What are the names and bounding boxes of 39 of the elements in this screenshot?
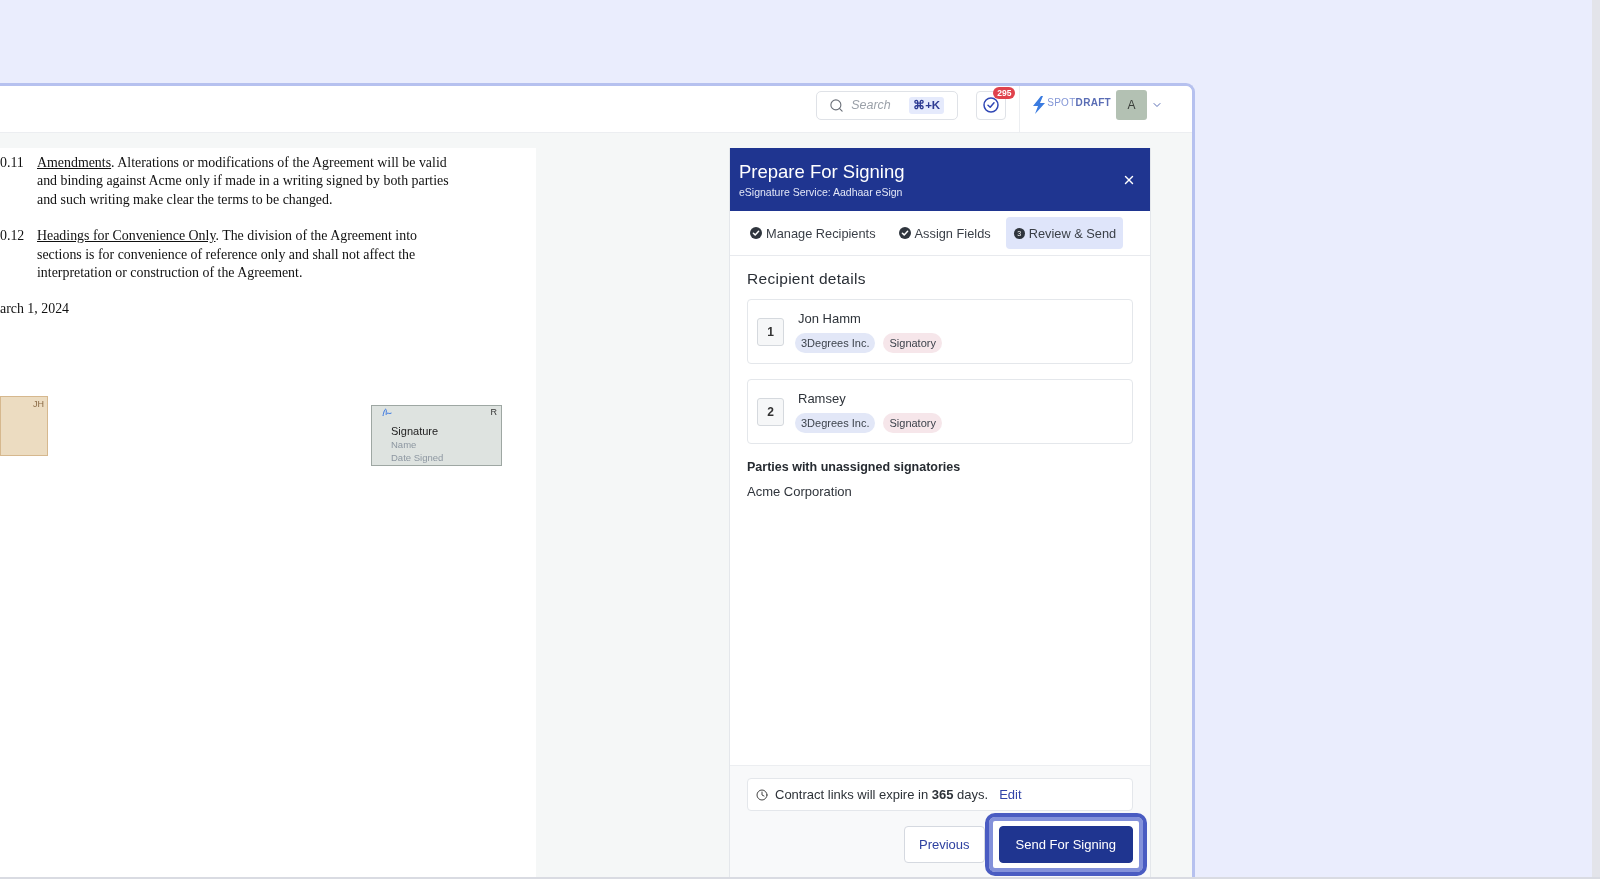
recipient-name: Ramsey bbox=[797, 390, 846, 406]
brand-name: SPOTDRAFT bbox=[1047, 97, 1111, 108]
send-button[interactable]: Send For Signing bbox=[984, 813, 1147, 876]
avatar[interactable]: A bbox=[1116, 90, 1147, 120]
initials-label: R bbox=[490, 406, 497, 418]
clause-text: Headings for Convenience Only. The division of the Agreement into sections is for convenience of reference only and shall not affect the interpretation or construction of the Agreement. bbox=[37, 227, 417, 283]
search-icon bbox=[829, 97, 845, 113]
signature-field[interactable]: JH bbox=[0, 395, 48, 456]
field-title: Signature bbox=[391, 423, 439, 438]
signature-field[interactable]: R Signature Name Date Signed bbox=[371, 404, 502, 466]
role-tag: Signatory bbox=[883, 412, 942, 433]
role-tag: Signatory bbox=[883, 332, 942, 353]
order-number: 2 bbox=[757, 397, 784, 426]
recipient-name: Jon Hamm bbox=[797, 310, 861, 326]
expiry-text: Contract links will expire in 365 days. bbox=[775, 787, 989, 802]
lightning-bolt-icon bbox=[1032, 96, 1047, 114]
check-circle-icon bbox=[983, 97, 1000, 113]
step-tab[interactable]: Manage Recipients bbox=[742, 217, 883, 249]
unassigned-title: Parties with unassigned signatories bbox=[747, 459, 962, 475]
order-number: 1 bbox=[757, 317, 784, 346]
panel-subtitle: eSignature Service: Aadhaar eSign bbox=[739, 185, 903, 199]
panel-title: Prepare For Signing bbox=[739, 160, 905, 183]
clause-number: 0.12 bbox=[0, 228, 25, 244]
clock-icon bbox=[756, 788, 768, 801]
party-name: Acme Corporation bbox=[747, 484, 853, 500]
date-text: arch 1, 2024 bbox=[0, 300, 71, 319]
party-tag: 3Degrees Inc. bbox=[795, 332, 876, 353]
count-badge: 295 bbox=[993, 86, 1016, 99]
signature-squiggle-icon bbox=[382, 406, 392, 417]
section-title: Recipient details bbox=[747, 269, 867, 289]
step-tab[interactable]: Assign Fields bbox=[890, 217, 998, 249]
clause-number: 0.11 bbox=[0, 155, 24, 170]
party-tag: 3Degrees Inc. bbox=[795, 412, 876, 433]
field-detail: Name bbox=[391, 437, 417, 451]
secondary-button[interactable]: Previous bbox=[903, 826, 985, 863]
initials-label: JH bbox=[33, 398, 44, 410]
field-detail: Date Signed bbox=[391, 450, 444, 464]
edit-link[interactable]: Edit bbox=[999, 787, 1022, 802]
clause-text: Amendments. Alterations or modifications of the Agreement will be valid and binding against Acme only if made in a writing signed by both parties and such writing make clear the terms to be changed. bbox=[37, 154, 449, 209]
